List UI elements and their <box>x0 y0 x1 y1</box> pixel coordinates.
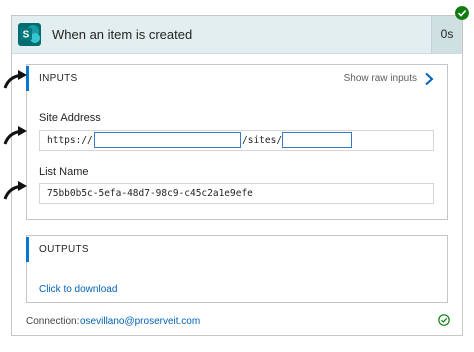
inputs-section-title: INPUTS <box>39 73 78 84</box>
annotation-arrow-icon <box>3 70 27 89</box>
site-address-field[interactable]: https:// /sites/ <box>39 130 434 151</box>
outputs-section-title: OUTPUTS <box>39 244 89 255</box>
list-name-value: 75bb0b5c-5efa-48d7-98c9-c45c2a1e9efe <box>47 188 253 199</box>
site-address-path: /sites/ <box>242 135 283 146</box>
inputs-panel: INPUTS Show raw inputs Site Address http… <box>26 64 448 220</box>
site-address-label: Site Address <box>39 112 101 124</box>
connection-ok-icon <box>438 314 450 326</box>
outputs-panel: OUTPUTS Click to download <box>26 235 448 303</box>
list-name-label: List Name <box>39 166 89 178</box>
site-address-prefix: https:// <box>47 135 93 146</box>
duration-badge: 0s <box>431 16 462 53</box>
show-raw-inputs-link[interactable]: Show raw inputs <box>344 73 417 84</box>
click-to-download-link[interactable]: Click to download <box>39 284 117 295</box>
svg-text:S: S <box>23 30 30 41</box>
section-accent-bar <box>26 237 29 262</box>
trigger-title: When an item is created <box>52 27 193 42</box>
trigger-header[interactable]: S When an item is created 0s <box>12 16 462 54</box>
connection-label: Connection: <box>26 316 80 327</box>
outputs-header: OUTPUTS <box>26 236 447 263</box>
annotation-arrow-icon <box>3 181 27 200</box>
list-name-field[interactable]: 75bb0b5c-5efa-48d7-98c9-c45c2a1e9efe <box>39 183 434 204</box>
connection-account-link[interactable]: osevillano@proserveit.com <box>80 316 200 327</box>
redacted-site-box <box>282 132 352 148</box>
inputs-header: INPUTS Show raw inputs <box>26 65 447 92</box>
sharepoint-icon: S <box>18 23 41 46</box>
chevron-right-icon[interactable] <box>423 72 435 86</box>
redacted-tenant-box <box>94 132 241 148</box>
annotation-arrow-icon <box>3 126 27 145</box>
success-check-icon <box>455 6 469 20</box>
